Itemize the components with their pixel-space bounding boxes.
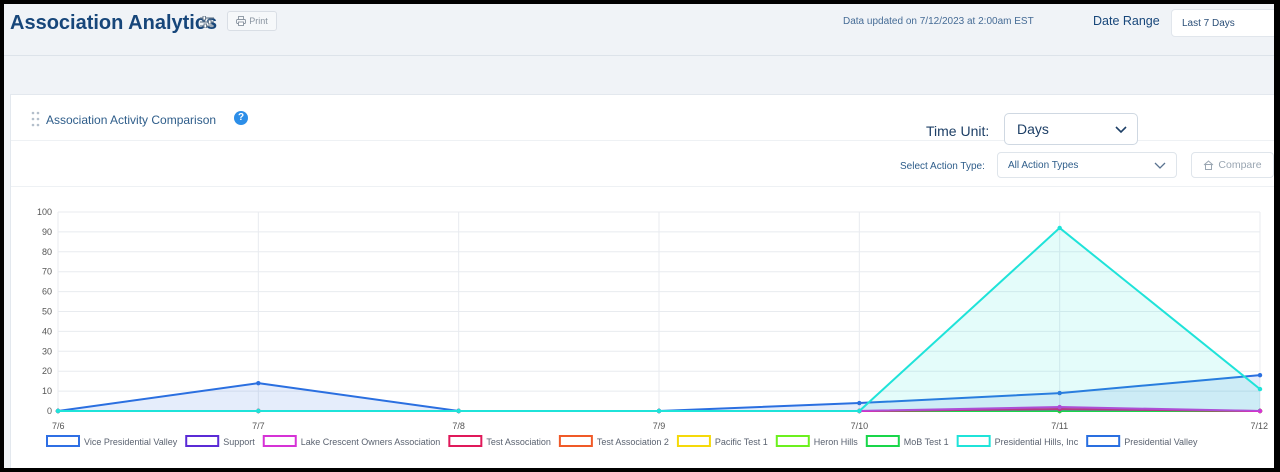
legend-label: Presidential Hills, Inc [995,437,1079,447]
x-tick-label: 7/7 [252,421,265,431]
data-point [256,380,261,386]
legend-label: Support [223,437,255,447]
data-point [857,408,862,414]
y-tick-label: 60 [42,287,52,297]
legend-swatch [448,435,483,447]
y-tick-label: 90 [42,227,52,237]
x-tick-label: 7/10 [851,421,869,431]
legend-label: Pacific Test 1 [715,437,768,447]
data-point [656,408,662,414]
app-window: Association Analytics Print Data updated… [4,4,1274,468]
x-tick-label: 7/11 [1051,421,1068,431]
legend-label: MoB Test 1 [904,437,949,447]
legend-swatch [262,435,297,447]
legend-swatch [185,435,220,447]
y-tick-label: 20 [42,366,52,376]
y-tick-label: 80 [42,247,52,257]
x-tick-label: 7/9 [653,421,666,431]
data-point [456,408,461,414]
legend-swatch [676,435,711,447]
legend-swatch [558,435,593,447]
data-point [256,408,261,414]
y-tick-label: 100 [37,207,52,217]
x-tick-label: 7/8 [452,421,465,431]
y-tick-label: 40 [42,326,52,336]
legend-swatch [1086,435,1121,447]
x-tick-label: 7/12 [1250,421,1268,431]
legend-label: Lake Crescent Owners Association [301,437,441,447]
legend-label: Test Association 2 [597,437,669,447]
x-tick-label: 7/6 [52,421,65,431]
legend-swatch [775,435,810,447]
data-point [857,400,862,406]
legend-label: Test Association [486,437,551,447]
y-tick-label: 50 [42,307,52,317]
legend-label: Vice Presidential Valley [84,437,178,447]
legend-label: Presidential Valley [1124,437,1198,447]
y-tick-label: 0 [47,406,52,416]
data-point [1257,372,1263,378]
y-tick-label: 30 [42,346,52,356]
y-tick-label: 70 [42,267,52,277]
legend-label: Heron Hills [814,437,859,447]
y-tick-label: 10 [42,386,52,396]
legend-swatch [865,435,900,447]
data-point [1057,225,1062,231]
data-point [1257,386,1263,392]
legend-swatch [956,435,991,447]
data-point [55,408,61,414]
legend-swatch [46,435,80,447]
activity-chart: 0 10 20 30 40 50 60 70 80 90 100 7/6 7/7 7/8 7/9 7/10 7/… [37,207,1268,447]
